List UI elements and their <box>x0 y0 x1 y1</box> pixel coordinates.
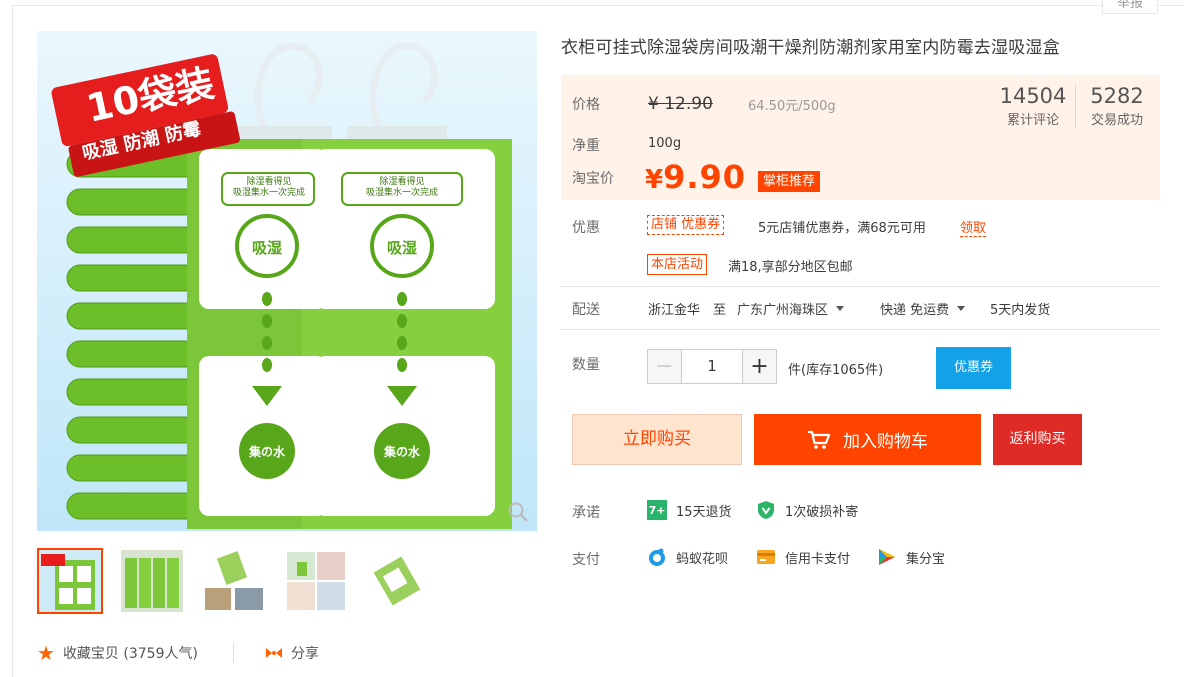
share-button[interactable]: 分享 <box>264 643 319 663</box>
activity-text: 满18,享部分地区包邮 <box>728 260 853 275</box>
promise-return-label: 15天退货 <box>676 504 732 520</box>
review-count: 14504 <box>999 84 1067 108</box>
coupon-button[interactable]: 优惠券 <box>936 347 1011 389</box>
activity-badge: 本店活动 <box>647 254 708 275</box>
delivery-destination-select[interactable]: 广东广州海珠区 <box>737 299 845 318</box>
review-label: 累计评论 <box>1006 113 1059 128</box>
thumbnail-list <box>37 548 431 614</box>
divider <box>561 286 1160 287</box>
divider <box>233 643 234 663</box>
pack-bottom-label-left: 集の水 <box>248 445 285 459</box>
pack-bottom-label-right: 集の水 <box>383 445 420 459</box>
zoom-icon[interactable] <box>507 501 529 523</box>
taobao-price: ¥9.90 <box>645 158 746 196</box>
delivery-from: 浙江金华 <box>648 303 701 318</box>
taobao-price-value: 9.90 <box>663 158 747 196</box>
credit-card-icon <box>756 547 776 567</box>
thumbnail-5[interactable] <box>365 548 431 614</box>
payment-credit-card[interactable]: 信用卡支付 <box>756 547 850 567</box>
delivery-method-select[interactable]: 快递 免运费 <box>880 299 966 318</box>
chevron-down-icon <box>836 306 845 311</box>
deal-stat[interactable]: 5282 交易成功 <box>1082 84 1152 128</box>
share-icon <box>266 648 282 658</box>
seven-day-return-icon: 7+ <box>647 500 667 520</box>
taobao-price-label: 淘宝价 <box>572 171 614 187</box>
net-weight-value: 100g <box>648 136 682 151</box>
unit-price: 64.50元/500g <box>748 99 836 114</box>
delivery-destination: 广东广州海珠区 <box>737 303 829 318</box>
review-stat[interactable]: 14504 累计评论 <box>996 84 1070 128</box>
promise-damage[interactable]: 1次破损补寄 <box>756 500 858 520</box>
thumbnail-2[interactable] <box>119 548 185 614</box>
delivery-to-word: 至 <box>713 303 727 318</box>
cart-icon <box>808 430 831 449</box>
delivery-method: 快递 免运费 <box>880 303 950 318</box>
net-weight-label: 净重 <box>572 138 600 154</box>
quantity-stepper: − 1 + <box>647 349 777 384</box>
jifenbao-icon <box>877 547 897 567</box>
huabei-icon <box>647 547 667 567</box>
promise-damage-label: 1次破损补寄 <box>785 504 859 520</box>
payment-huabei-label: 蚂蚁花呗 <box>676 551 729 567</box>
payment-huabei[interactable]: 蚂蚁花呗 <box>647 547 728 567</box>
recommend-tag: 掌柜推荐 <box>758 171 821 192</box>
price-label: 价格 <box>572 97 600 113</box>
thumbnail-4[interactable] <box>283 548 349 614</box>
deal-label: 交易成功 <box>1090 113 1143 128</box>
quantity-increase-button[interactable]: + <box>742 350 776 383</box>
payment-label: 支付 <box>572 552 600 568</box>
shop-coupon-badge: 店铺 优惠券 <box>647 215 725 235</box>
add-to-cart-button[interactable]: 加入购物车 <box>754 414 981 465</box>
star-icon: ★ <box>37 641 55 665</box>
payment-jifenbao-label: 集分宝 <box>906 551 946 567</box>
coupon-get-link[interactable]: 领取 <box>960 217 987 237</box>
divider <box>561 329 1160 330</box>
main-product-image[interactable]: 10袋装 吸湿 防潮 防霉 除湿看得见 吸湿集水一次完成 除湿看得见 吸湿集水一次完… <box>37 31 537 531</box>
quantity-input[interactable]: 1 <box>682 350 742 383</box>
buy-now-button[interactable]: 立即购买 <box>572 414 742 465</box>
quantity-label: 数量 <box>572 357 600 373</box>
rebate-buy-button[interactable]: 返利购买 <box>993 414 1082 465</box>
product-title: 衣柜可挂式除湿袋房间吸潮干燥剂防潮剂家用室内防霉去湿吸湿盒 <box>561 38 1060 58</box>
share-label: 分享 <box>291 646 319 662</box>
pack-circle-label-right: 吸湿 <box>386 239 417 257</box>
delivery-label: 配送 <box>572 302 600 318</box>
shield-icon <box>756 500 776 520</box>
stat-divider <box>1075 84 1076 128</box>
pack-caption-right: 除湿看得见 吸湿集水一次完成 <box>365 177 438 198</box>
stock-text: 件(库存1065件) <box>788 363 884 378</box>
quantity-decrease-button[interactable]: − <box>648 350 682 383</box>
favorite-button[interactable]: ★ 收藏宝贝 (3759人气) <box>37 643 198 663</box>
pack-caption-left: 除湿看得见 吸湿集水一次完成 <box>232 177 305 198</box>
promise-label: 承诺 <box>572 505 600 521</box>
coupon-text: 5元店铺优惠券，满68元可用 <box>758 221 926 236</box>
promo-label: 优惠 <box>572 220 600 236</box>
original-price: ¥ 12.90 <box>648 94 713 114</box>
ship-time: 5天内发货 <box>990 303 1051 318</box>
chevron-down-icon <box>957 306 966 311</box>
payment-jifenbao[interactable]: 集分宝 <box>877 547 945 567</box>
pack-circle-label-left: 吸湿 <box>251 239 282 257</box>
thumbnail-1[interactable] <box>37 548 103 614</box>
currency-symbol: ¥ <box>645 165 664 195</box>
deal-count: 5282 <box>1090 84 1144 108</box>
thumbnail-3[interactable] <box>201 548 267 614</box>
report-link[interactable]: 举报 <box>1102 0 1159 14</box>
favorite-label: 收藏宝贝 (3759人气) <box>62 646 198 662</box>
promise-return[interactable]: 7+ 15天退货 <box>647 500 732 520</box>
payment-credit-card-label: 信用卡支付 <box>785 551 851 567</box>
add-to-cart-label: 加入购物车 <box>843 432 928 452</box>
